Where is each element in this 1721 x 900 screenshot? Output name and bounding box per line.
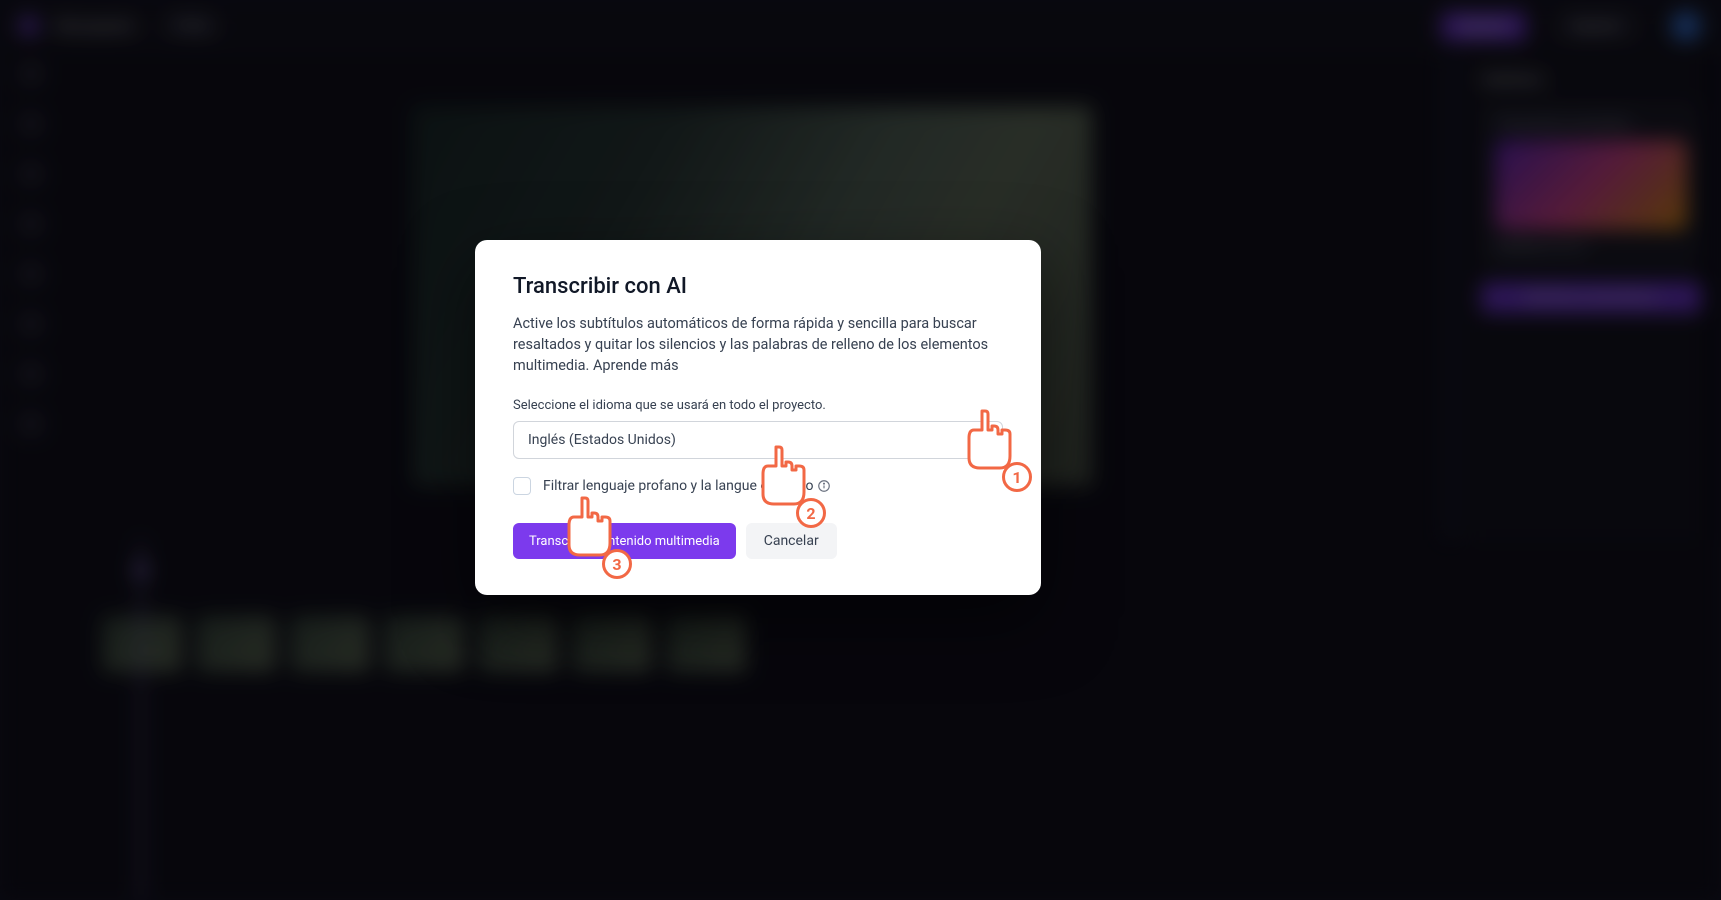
filter-profanity-checkbox[interactable] <box>513 477 531 495</box>
filter-profanity-label: Filtrar lenguaje profano y la langue ofe… <box>543 478 831 494</box>
cancel-button[interactable]: Cancelar <box>746 523 837 559</box>
transcribe-modal: Transcribir con AI Active los subtítulos… <box>475 240 1041 595</box>
modal-title: Transcribir con AI <box>513 274 1003 299</box>
language-select-value: Inglés (Estados Unidos) <box>528 432 676 448</box>
transcribe-button[interactable]: Transcribir contenido multimedia <box>513 523 736 559</box>
language-select[interactable]: Inglés (Estados Unidos) <box>513 421 1003 459</box>
filter-profanity-row: Filtrar lenguaje profano y la langue ofe… <box>513 477 1003 495</box>
modal-button-row: Transcribir contenido multimedia Cancela… <box>513 523 1003 559</box>
learn-more-link[interactable]: Aprende más <box>593 357 679 374</box>
modal-description: Active los subtítulos automáticos de for… <box>513 313 1003 376</box>
info-icon[interactable] <box>817 479 831 493</box>
chevron-down-icon <box>976 431 990 449</box>
language-field-label: Seleccione el idioma que se usará en tod… <box>513 398 1003 413</box>
